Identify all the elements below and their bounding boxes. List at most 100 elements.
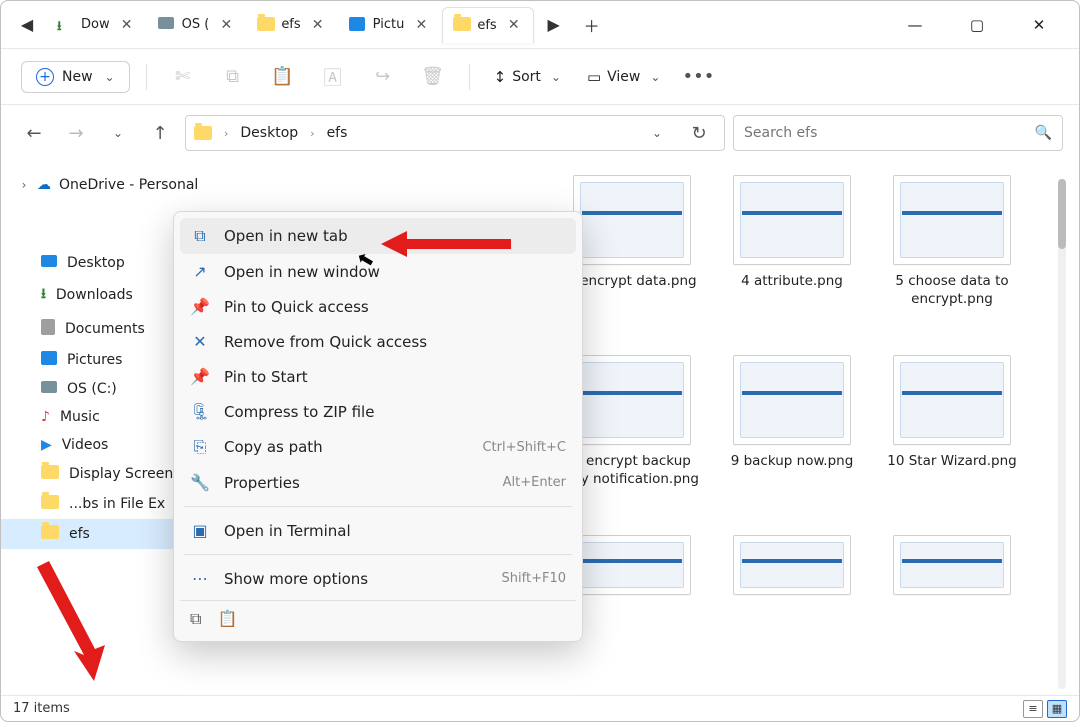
- search-icon: 🔍: [1035, 125, 1052, 141]
- tab-close-icon[interactable]: ✕: [505, 17, 523, 33]
- ctx-open-in-new-tab[interactable]: ⧉ Open in new tab: [180, 218, 576, 254]
- ctx-pin-to-quick-access[interactable]: 📌 Pin to Quick access: [180, 289, 576, 324]
- details-view-button[interactable]: ≡: [1023, 700, 1043, 718]
- sidebar-item-label: OS (C:): [67, 381, 117, 397]
- ctx-compress-to-zip-file[interactable]: 🗜 Compress to ZIP file: [180, 394, 576, 429]
- new-tab-button[interactable]: ＋: [574, 7, 610, 43]
- ctx-shortcut: Alt+Enter: [503, 475, 566, 490]
- recent-dropdown[interactable]: ⌄: [101, 116, 135, 150]
- ctx-open-in-terminal[interactable]: ▣ Open in Terminal: [180, 513, 576, 548]
- annotation-arrow-sidebar: [19, 561, 109, 681]
- breadcrumb-efs[interactable]: efs: [327, 125, 348, 141]
- thumbnail-view-button[interactable]: ▦: [1047, 700, 1067, 718]
- ctx-open-in-new-window[interactable]: ↗ Open in new window: [180, 254, 576, 289]
- ctx-properties[interactable]: 🔧 Properties Alt+Enter: [180, 465, 576, 500]
- ctx-label: Pin to Start: [224, 368, 566, 386]
- file-item[interactable]: [877, 533, 1027, 695]
- search-box[interactable]: 🔍: [733, 115, 1063, 151]
- annotation-arrow-menu: [381, 229, 511, 259]
- status-bar: 17 items ≡ ▦: [1, 695, 1079, 721]
- tab-4[interactable]: efs ✕: [442, 7, 533, 43]
- videos-icon: ▶: [41, 437, 52, 453]
- ctx-label: Compress to ZIP file: [224, 403, 566, 421]
- sidebar-item-label: Display Screen: [69, 466, 173, 482]
- tab-2[interactable]: efs ✕: [247, 7, 336, 43]
- file-item[interactable]: 9 backup now.png: [717, 353, 867, 533]
- desktop-icon: [41, 255, 57, 271]
- tab-0[interactable]: ⭳ Dow ✕: [47, 7, 146, 43]
- file-item[interactable]: 10 Star Wizard.png: [877, 353, 1027, 533]
- minimize-button[interactable]: —: [893, 9, 937, 41]
- cut-icon[interactable]: ✄: [163, 57, 203, 97]
- share-icon[interactable]: ↪: [363, 57, 403, 97]
- file-name: 5 choose data to encrypt.png: [882, 273, 1022, 308]
- context-menu: ⧉ Open in new tab ↗ Open in new window 📌…: [173, 211, 583, 642]
- forward-button[interactable]: →: [59, 116, 93, 150]
- ctx-label: Open in Terminal: [224, 522, 566, 540]
- tab-label: efs: [281, 17, 300, 32]
- tab-icon: [257, 17, 273, 33]
- vertical-scrollbar[interactable]: [1053, 173, 1071, 695]
- ctx-label: Pin to Quick access: [224, 298, 566, 316]
- ctx-icon: ✕: [190, 332, 210, 351]
- tab-close-icon[interactable]: ✕: [217, 17, 235, 33]
- ctx-copy-icon[interactable]: ⧉: [190, 609, 201, 629]
- back-button[interactable]: ←: [17, 116, 51, 150]
- tab-icon: [349, 17, 365, 33]
- tab-strip: ◀ ⭳ Dow ✕ OS ( ✕ efs ✕ Pictu ✕ efs ✕ ▶ ＋…: [1, 1, 1079, 49]
- music-icon: ♪: [41, 409, 50, 425]
- tab-icon: ⭳: [57, 17, 73, 33]
- address-bar-row: ← → ⌄ ↑ › Desktop › efs ⌄ ↻ 🔍: [1, 105, 1079, 161]
- tab-label: efs: [477, 18, 496, 33]
- new-button[interactable]: + New: [21, 61, 130, 93]
- breadcrumb[interactable]: › Desktop › efs ⌄ ↻: [185, 115, 725, 151]
- tab-close-icon[interactable]: ✕: [309, 17, 327, 33]
- ctx-icon: ⧉: [190, 226, 210, 246]
- ctx-show-more-options[interactable]: ⋯ Show more options Shift+F10: [180, 561, 576, 596]
- ctx-label: Remove from Quick access: [224, 333, 566, 351]
- ctx-icon: ▣: [190, 521, 210, 540]
- sidebar-item-label: Documents: [65, 321, 145, 337]
- ctx-label: Open in new window: [224, 263, 566, 281]
- file-name: 9 backup now.png: [731, 453, 854, 471]
- up-button[interactable]: ↑: [143, 116, 177, 150]
- file-name: 3 encrypt data.png: [567, 273, 696, 291]
- sidebar-item-label: Desktop: [67, 255, 125, 271]
- file-item[interactable]: [717, 533, 867, 695]
- ctx-icon: 🔧: [190, 473, 210, 492]
- tab-close-icon[interactable]: ✕: [118, 17, 136, 33]
- sidebar-item-label: Pictures: [67, 352, 122, 368]
- ctx-remove-from-quick-access[interactable]: ✕ Remove from Quick access: [180, 324, 576, 359]
- tab-scroll-right[interactable]: ▶: [536, 7, 572, 43]
- refresh-button[interactable]: ↻: [682, 116, 716, 150]
- paste-icon[interactable]: 📋: [263, 57, 303, 97]
- rename-icon[interactable]: 🄰: [313, 57, 353, 97]
- close-button[interactable]: ✕: [1017, 9, 1061, 41]
- ctx-icon: ↗: [190, 262, 210, 281]
- ctx-paste-icon[interactable]: 📋: [217, 609, 237, 629]
- tab-1[interactable]: OS ( ✕: [148, 7, 246, 43]
- sidebar-onedrive[interactable]: › ☁ OneDrive - Personal: [1, 171, 229, 199]
- file-explorer-window: ◀ ⭳ Dow ✕ OS ( ✕ efs ✕ Pictu ✕ efs ✕ ▶ ＋…: [0, 0, 1080, 722]
- tab-close-icon[interactable]: ✕: [412, 17, 430, 33]
- sort-button[interactable]: ↕Sort: [486, 62, 569, 92]
- tab-scroll-left[interactable]: ◀: [9, 7, 45, 43]
- ctx-icon: ⎘: [190, 437, 210, 457]
- search-input[interactable]: [744, 125, 1027, 141]
- breadcrumb-desktop[interactable]: Desktop: [240, 125, 298, 141]
- maximize-button[interactable]: ▢: [955, 9, 999, 41]
- address-dropdown[interactable]: ⌄: [640, 116, 674, 150]
- more-icon[interactable]: •••: [678, 57, 718, 97]
- ctx-copy-as-path[interactable]: ⎘ Copy as path Ctrl+Shift+C: [180, 429, 576, 465]
- tab-icon: [158, 17, 174, 33]
- ctx-shortcut: Ctrl+Shift+C: [482, 440, 566, 455]
- file-item[interactable]: 4 attribute.png: [717, 173, 867, 353]
- tab-label: OS (: [182, 17, 210, 32]
- ctx-icon: 📌: [190, 297, 210, 316]
- copy-icon[interactable]: ⧉: [213, 57, 253, 97]
- file-item[interactable]: 5 choose data to encrypt.png: [877, 173, 1027, 353]
- tab-3[interactable]: Pictu ✕: [339, 7, 441, 43]
- delete-icon[interactable]: 🗑: [413, 57, 453, 97]
- ctx-pin-to-start[interactable]: 📌 Pin to Start: [180, 359, 576, 394]
- view-button[interactable]: ▭View: [579, 62, 668, 92]
